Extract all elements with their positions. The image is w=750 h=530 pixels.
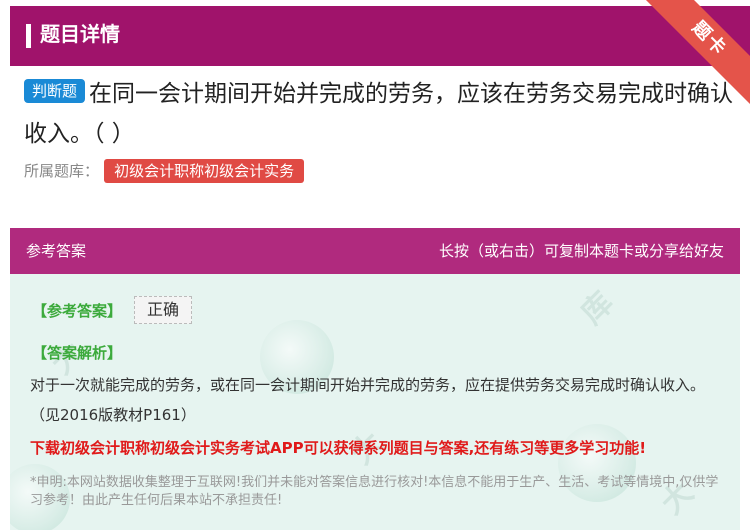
bank-label: 所属题库： (24, 162, 100, 180)
explanation-text: 对于一次就能完成的劳务，或在同一会计期间开始并完成的劳务，应在提供劳务交易完成时… (30, 376, 706, 424)
header-bar (10, 6, 750, 66)
share-hint: 长按（或右击）可复制本题卡或分享给好友 (438, 242, 724, 260)
answer-section-title: 参考答案 (26, 242, 87, 260)
bank-tag[interactable]: 初级会计职称初级会计实务 (104, 159, 305, 183)
answer-header: 参考答案 长按（或右击）可复制本题卡或分享给好友 (10, 228, 740, 274)
question-text-block: 判断题 在同一会计期间开始并完成的劳务，应该在劳务交易完成时确认收入。（ ） (24, 74, 734, 154)
answer-label: 【参考答案】 (32, 302, 123, 320)
disclaimer-text: *申明:本网站数据收集整理于互联网!我们并未能对答案信息进行核对!本信息不能用于… (30, 475, 719, 508)
question-area: 判断题 在同一会计期间开始并完成的劳务，应该在劳务交易完成时确认收入。（ ） (24, 74, 734, 154)
answer-value: 正确 (134, 296, 193, 324)
app-download-promo[interactable]: 下载初级会计职称初级会计实务考试APP可以获得系列题目与答案,还有练习等更多学习… (30, 436, 730, 460)
answer-panel: 大 大 库 大 【参考答案】 正确 【答案解析】 对于一次就能完成的劳务，或在同… (10, 274, 740, 530)
question-text: 在同一会计期间开始并完成的劳务，应该在劳务交易完成时确认收入。（ ） (24, 81, 734, 147)
explanation-label: 【答案解析】 (32, 344, 123, 362)
question-bank-row: 所属题库： 初级会计职称初级会计实务 (24, 158, 305, 184)
question-type-badge: 判断题 (24, 79, 86, 103)
page-title: 题目详情 (40, 22, 120, 46)
watermark-glyph: 库 (574, 285, 621, 332)
header-accent-mark (26, 24, 31, 48)
